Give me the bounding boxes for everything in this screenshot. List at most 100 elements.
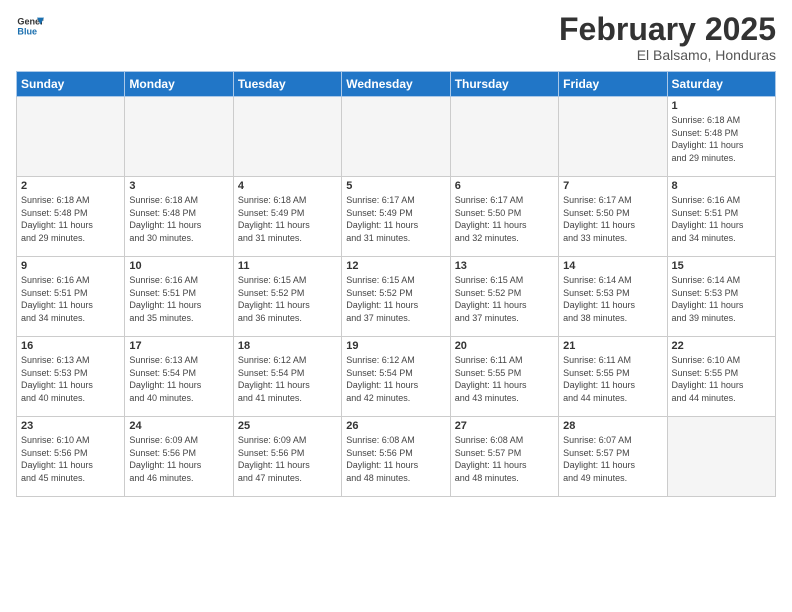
calendar-cell: [450, 97, 558, 177]
calendar-cell: 9Sunrise: 6:16 AM Sunset: 5:51 PM Daylig…: [17, 257, 125, 337]
day-number: 17: [129, 340, 228, 352]
day-number: 25: [238, 420, 337, 432]
day-number: 22: [672, 340, 771, 352]
calendar-week-1: 2 Sunrise: 6:18 AM Sunset: 5:48 PM Daylig…: [17, 177, 776, 257]
day-info: Sunrise: 6:08 AM Sunset: 5:56 PM Dayligh…: [346, 434, 445, 484]
day-number: 8: [672, 180, 771, 192]
day-info: Sunrise: 6:15 AM Sunset: 5:52 PM Dayligh…: [455, 274, 554, 324]
day-info: Sunrise: 6:07 AM Sunset: 5:57 PM Dayligh…: [563, 434, 662, 484]
calendar-cell: 6Sunrise: 6:17 AM Sunset: 5:50 PM Daylig…: [450, 177, 558, 257]
calendar-cell: 24 Sunrise: 6:09 AM Sunset: 5:56 PM Dayli…: [125, 417, 233, 497]
day-info: Sunrise: 6:12 AM Sunset: 5:54 PM Dayligh…: [238, 354, 337, 404]
calendar-cell: 5 Sunrise: 6:17 AM Sunset: 5:49 PM Daylig…: [342, 177, 450, 257]
calendar-cell: 26 Sunrise: 6:08 AM Sunset: 5:56 PM Dayli…: [342, 417, 450, 497]
day-number: 18: [238, 340, 337, 352]
col-thursday: Thursday: [450, 72, 558, 97]
calendar-cell: 2 Sunrise: 6:18 AM Sunset: 5:48 PM Daylig…: [17, 177, 125, 257]
day-number: 14: [563, 260, 662, 272]
day-number: 4: [238, 180, 337, 192]
day-info: Sunrise: 6:17 AM Sunset: 5:49 PM Dayligh…: [346, 194, 445, 244]
page: General Blue February 2025 El Balsamo, H…: [0, 0, 792, 612]
calendar-cell: 16 Sunrise: 6:13 AM Sunset: 5:53 PM Dayli…: [17, 337, 125, 417]
day-info: Sunrise: 6:10 AM Sunset: 5:56 PM Dayligh…: [21, 434, 120, 484]
day-number: 2: [21, 180, 120, 192]
day-number: 13: [455, 260, 554, 272]
day-info: Sunrise: 6:13 AM Sunset: 5:54 PM Dayligh…: [129, 354, 228, 404]
calendar-cell: 15 Sunrise: 6:14 AM Sunset: 5:53 PM Dayli…: [667, 257, 775, 337]
calendar-cell: 18 Sunrise: 6:12 AM Sunset: 5:54 PM Dayli…: [233, 337, 341, 417]
calendar-cell: 22 Sunrise: 6:10 AM Sunset: 5:55 PM Dayli…: [667, 337, 775, 417]
calendar-table: Sunday Monday Tuesday Wednesday Thursday…: [16, 71, 776, 497]
calendar-cell: 1 Sunrise: 6:18 AM Sunset: 5:48 PM Daylig…: [667, 97, 775, 177]
day-info: Sunrise: 6:14 AM Sunset: 5:53 PM Dayligh…: [563, 274, 662, 324]
header: General Blue February 2025 El Balsamo, H…: [16, 12, 776, 63]
day-number: 19: [346, 340, 445, 352]
calendar-title: February 2025: [559, 12, 776, 47]
day-info: Sunrise: 6:16 AM Sunset: 5:51 PM Dayligh…: [21, 274, 120, 324]
day-info: Sunrise: 6:13 AM Sunset: 5:53 PM Dayligh…: [21, 354, 120, 404]
day-number: 15: [672, 260, 771, 272]
calendar-cell: 17 Sunrise: 6:13 AM Sunset: 5:54 PM Dayli…: [125, 337, 233, 417]
calendar-cell: 13 Sunrise: 6:15 AM Sunset: 5:52 PM Dayli…: [450, 257, 558, 337]
day-number: 23: [21, 420, 120, 432]
day-info: Sunrise: 6:18 AM Sunset: 5:49 PM Dayligh…: [238, 194, 337, 244]
day-info: Sunrise: 6:17 AM Sunset: 5:50 PM Dayligh…: [563, 194, 662, 244]
calendar-cell: 14 Sunrise: 6:14 AM Sunset: 5:53 PM Dayli…: [559, 257, 667, 337]
col-sunday: Sunday: [17, 72, 125, 97]
day-number: 1: [672, 100, 771, 112]
day-number: 28: [563, 420, 662, 432]
day-number: 26: [346, 420, 445, 432]
day-number: 6: [455, 180, 554, 192]
calendar-cell: 20 Sunrise: 6:11 AM Sunset: 5:55 PM Dayli…: [450, 337, 558, 417]
calendar-week-0: 1 Sunrise: 6:18 AM Sunset: 5:48 PM Daylig…: [17, 97, 776, 177]
calendar-cell: 4 Sunrise: 6:18 AM Sunset: 5:49 PM Daylig…: [233, 177, 341, 257]
calendar-cell: 10Sunrise: 6:16 AM Sunset: 5:51 PM Dayli…: [125, 257, 233, 337]
calendar-cell: [559, 97, 667, 177]
calendar-cell: 3 Sunrise: 6:18 AM Sunset: 5:48 PM Daylig…: [125, 177, 233, 257]
day-number: 5: [346, 180, 445, 192]
title-block: February 2025 El Balsamo, Honduras: [559, 12, 776, 63]
svg-text:Blue: Blue: [17, 26, 37, 36]
calendar-cell: 28 Sunrise: 6:07 AM Sunset: 5:57 PM Dayli…: [559, 417, 667, 497]
day-info: Sunrise: 6:08 AM Sunset: 5:57 PM Dayligh…: [455, 434, 554, 484]
logo: General Blue: [16, 12, 46, 40]
calendar-cell: [125, 97, 233, 177]
day-info: Sunrise: 6:18 AM Sunset: 5:48 PM Dayligh…: [672, 114, 771, 164]
day-info: Sunrise: 6:09 AM Sunset: 5:56 PM Dayligh…: [129, 434, 228, 484]
day-number: 24: [129, 420, 228, 432]
day-info: Sunrise: 6:11 AM Sunset: 5:55 PM Dayligh…: [455, 354, 554, 404]
day-number: 16: [21, 340, 120, 352]
day-info: Sunrise: 6:11 AM Sunset: 5:55 PM Dayligh…: [563, 354, 662, 404]
calendar-cell: 25Sunrise: 6:09 AM Sunset: 5:56 PM Dayli…: [233, 417, 341, 497]
calendar-cell: 12 Sunrise: 6:15 AM Sunset: 5:52 PM Dayli…: [342, 257, 450, 337]
day-number: 20: [455, 340, 554, 352]
day-info: Sunrise: 6:18 AM Sunset: 5:48 PM Dayligh…: [129, 194, 228, 244]
col-saturday: Saturday: [667, 72, 775, 97]
calendar-cell: 8Sunrise: 6:16 AM Sunset: 5:51 PM Daylig…: [667, 177, 775, 257]
day-info: Sunrise: 6:18 AM Sunset: 5:48 PM Dayligh…: [21, 194, 120, 244]
calendar-subtitle: El Balsamo, Honduras: [559, 47, 776, 63]
day-number: 21: [563, 340, 662, 352]
calendar-cell: [233, 97, 341, 177]
day-info: Sunrise: 6:14 AM Sunset: 5:53 PM Dayligh…: [672, 274, 771, 324]
header-row: Sunday Monday Tuesday Wednesday Thursday…: [17, 72, 776, 97]
day-info: Sunrise: 6:12 AM Sunset: 5:54 PM Dayligh…: [346, 354, 445, 404]
calendar-cell: 21 Sunrise: 6:11 AM Sunset: 5:55 PM Dayli…: [559, 337, 667, 417]
calendar-cell: 27 Sunrise: 6:08 AM Sunset: 5:57 PM Dayli…: [450, 417, 558, 497]
logo-icon: General Blue: [16, 12, 44, 40]
day-number: 12: [346, 260, 445, 272]
col-monday: Monday: [125, 72, 233, 97]
day-number: 27: [455, 420, 554, 432]
calendar-cell: [17, 97, 125, 177]
day-info: Sunrise: 6:15 AM Sunset: 5:52 PM Dayligh…: [238, 274, 337, 324]
day-info: Sunrise: 6:15 AM Sunset: 5:52 PM Dayligh…: [346, 274, 445, 324]
calendar-week-3: 16 Sunrise: 6:13 AM Sunset: 5:53 PM Dayli…: [17, 337, 776, 417]
day-number: 3: [129, 180, 228, 192]
day-number: 11: [238, 260, 337, 272]
calendar-cell: 19 Sunrise: 6:12 AM Sunset: 5:54 PM Dayli…: [342, 337, 450, 417]
col-tuesday: Tuesday: [233, 72, 341, 97]
calendar-cell: 23 Sunrise: 6:10 AM Sunset: 5:56 PM Dayli…: [17, 417, 125, 497]
calendar-week-2: 9Sunrise: 6:16 AM Sunset: 5:51 PM Daylig…: [17, 257, 776, 337]
day-info: Sunrise: 6:10 AM Sunset: 5:55 PM Dayligh…: [672, 354, 771, 404]
day-info: Sunrise: 6:16 AM Sunset: 5:51 PM Dayligh…: [129, 274, 228, 324]
